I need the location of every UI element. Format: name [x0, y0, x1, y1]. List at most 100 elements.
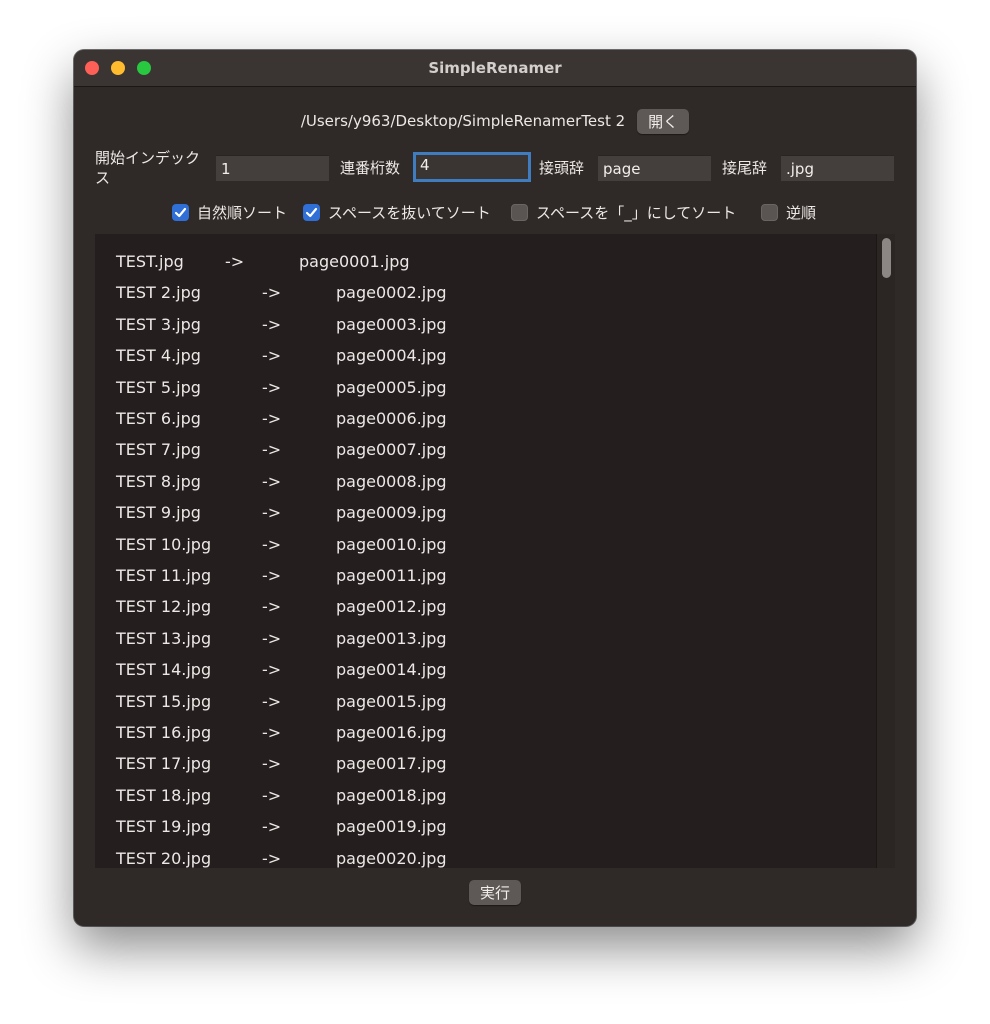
list-item[interactable]: TEST 19.jpg -> page0019.jpg: [95, 817, 875, 848]
new-filename: page0010.jpg: [336, 534, 447, 554]
new-filename: page0019.jpg: [336, 817, 447, 837]
start-index-label: 開始インデックス: [95, 149, 201, 187]
list-item[interactable]: TEST 8.jpg -> page0008.jpg: [95, 472, 875, 503]
list-item[interactable]: TEST 6.jpg -> page0006.jpg: [95, 409, 875, 440]
prefix-field[interactable]: page: [598, 155, 711, 181]
original-filename: TEST 16.jpg: [116, 723, 212, 742]
new-filename: page0007.jpg: [336, 440, 447, 460]
underscore-sort-label: スペースを「_」にしてソート: [536, 204, 737, 222]
new-filename: page0009.jpg: [336, 503, 447, 523]
original-filename: TEST 5.jpg: [116, 377, 201, 397]
new-filename: page0016.jpg: [336, 723, 447, 742]
list-item[interactable]: TEST 13.jpg -> page0013.jpg: [95, 629, 875, 660]
list-item[interactable]: TEST 2.jpg -> page0002.jpg: [95, 283, 875, 314]
list-item[interactable]: TEST 15.jpg -> page0015.jpg: [95, 692, 875, 723]
rename-arrow: ->: [262, 314, 282, 334]
start-index-field[interactable]: 1: [216, 155, 329, 181]
rename-preview-list[interactable]: TEST 20.jpg -> page0020.jpg TEST 19.jpg -> pa…: [95, 234, 895, 868]
rename-arrow: ->: [262, 785, 282, 805]
rename-arrow: ->: [262, 848, 282, 868]
natural-sort-checkbox[interactable]: [172, 204, 189, 221]
rename-arrow: ->: [262, 471, 282, 491]
list-item[interactable]: TEST 7.jpg -> page0007.jpg: [95, 440, 875, 471]
rename-arrow: ->: [262, 723, 282, 742]
list-item[interactable]: TEST.jpg -> page0001.jpg: [95, 252, 875, 283]
new-filename: page0002.jpg: [336, 283, 447, 303]
list-item[interactable]: TEST 3.jpg -> page0003.jpg: [95, 315, 875, 346]
new-filename: page0020.jpg: [336, 848, 447, 868]
list-item[interactable]: TEST 20.jpg -> page0020.jpg: [95, 849, 875, 868]
new-filename: page0003.jpg: [336, 314, 447, 334]
new-filename: page0012.jpg: [336, 597, 447, 617]
rename-arrow: ->: [262, 440, 282, 460]
scrollbar-thumb[interactable]: [882, 238, 891, 278]
list-item[interactable]: TEST 11.jpg -> page0011.jpg: [95, 566, 875, 597]
rename-arrow: ->: [262, 817, 282, 837]
list-item[interactable]: TEST 12.jpg -> page0012.jpg: [95, 597, 875, 628]
original-filename: TEST 9.jpg: [116, 503, 201, 523]
natural-sort-label: 自然順ソート: [197, 204, 288, 222]
new-filename: page0018.jpg: [336, 785, 447, 805]
prefix-label: 接頭辞: [539, 159, 585, 177]
original-filename: TEST 19.jpg: [116, 817, 212, 837]
original-filename: TEST 15.jpg: [116, 691, 212, 711]
digits-label: 連番桁数: [340, 159, 401, 177]
new-filename: page0005.jpg: [336, 377, 447, 397]
list-item[interactable]: TEST 14.jpg -> page0014.jpg: [95, 660, 875, 691]
reverse-order-checkbox[interactable]: [761, 204, 778, 221]
options-row: 自然順ソート スペースを抜いてソート スペースを「_」にしてソート 逆順: [74, 202, 916, 226]
list-item[interactable]: TEST 17.jpg -> page0017.jpg: [95, 754, 875, 785]
rename-arrow: ->: [262, 566, 282, 585]
run-button[interactable]: 実行: [469, 880, 521, 905]
original-filename: TEST 12.jpg: [116, 597, 212, 617]
new-filename: page0015.jpg: [336, 691, 447, 711]
new-filename: page0017.jpg: [336, 754, 447, 774]
app-window: SimpleRenamer /Users/y963/Desktop/Simple…: [74, 50, 916, 926]
checkmark-icon: [174, 207, 187, 218]
original-filename: TEST 18.jpg: [116, 785, 212, 805]
list-item[interactable]: TEST 10.jpg -> page0010.jpg: [95, 535, 875, 566]
strip-space-sort-label: スペースを抜いてソート: [328, 204, 491, 222]
open-button[interactable]: 開く: [637, 108, 690, 134]
rename-arrow: ->: [262, 346, 282, 366]
folder-path: /Users/y963/Desktop/SimpleRenamerTest 2: [300, 112, 626, 130]
new-filename: page0008.jpg: [336, 471, 447, 491]
original-filename: TEST 7.jpg: [116, 440, 201, 460]
list-item[interactable]: TEST 16.jpg -> page0016.jpg: [95, 723, 875, 754]
suffix-label: 接尾辞: [722, 159, 768, 177]
list-item[interactable]: TEST 4.jpg -> page0004.jpg: [95, 346, 875, 377]
list-scrollbar[interactable]: [876, 234, 895, 868]
new-filename: page0011.jpg: [336, 566, 447, 585]
rename-arrow: ->: [262, 283, 282, 303]
original-filename: TEST 17.jpg: [116, 754, 212, 774]
original-filename: TEST.jpg: [116, 252, 184, 271]
title-bar[interactable]: SimpleRenamer: [74, 50, 916, 87]
original-filename: TEST 2.jpg: [116, 283, 201, 303]
list-item[interactable]: TEST 5.jpg -> page0005.jpg: [95, 378, 875, 409]
folder-path-row: /Users/y963/Desktop/SimpleRenamerTest 2 …: [74, 108, 916, 134]
original-filename: TEST 8.jpg: [116, 471, 201, 491]
original-filename: TEST 10.jpg: [116, 534, 212, 554]
rename-arrow: ->: [262, 377, 282, 397]
list-item[interactable]: TEST 18.jpg -> page0018.jpg: [95, 786, 875, 817]
rename-arrow: ->: [262, 691, 282, 711]
new-filename: page0014.jpg: [336, 660, 447, 680]
original-filename: TEST 6.jpg: [116, 409, 201, 428]
new-filename: page0001.jpg: [299, 252, 410, 271]
original-filename: TEST 11.jpg: [116, 566, 212, 585]
rename-arrow: ->: [225, 252, 245, 271]
window-title: SimpleRenamer: [428, 59, 562, 77]
original-filename: TEST 4.jpg: [116, 346, 201, 366]
digits-field[interactable]: 4: [413, 152, 531, 182]
rename-arrow: ->: [262, 534, 282, 554]
reverse-order-label: 逆順: [786, 204, 817, 222]
rename-arrow: ->: [262, 628, 282, 648]
underscore-sort-checkbox[interactable]: [511, 204, 528, 221]
suffix-field[interactable]: .jpg: [781, 155, 894, 181]
original-filename: TEST 13.jpg: [116, 628, 212, 648]
list-item[interactable]: TEST 9.jpg -> page0009.jpg: [95, 503, 875, 534]
rename-arrow: ->: [262, 409, 282, 428]
rename-arrow: ->: [262, 754, 282, 774]
checkmark-icon: [305, 207, 318, 218]
strip-space-sort-checkbox[interactable]: [303, 204, 320, 221]
